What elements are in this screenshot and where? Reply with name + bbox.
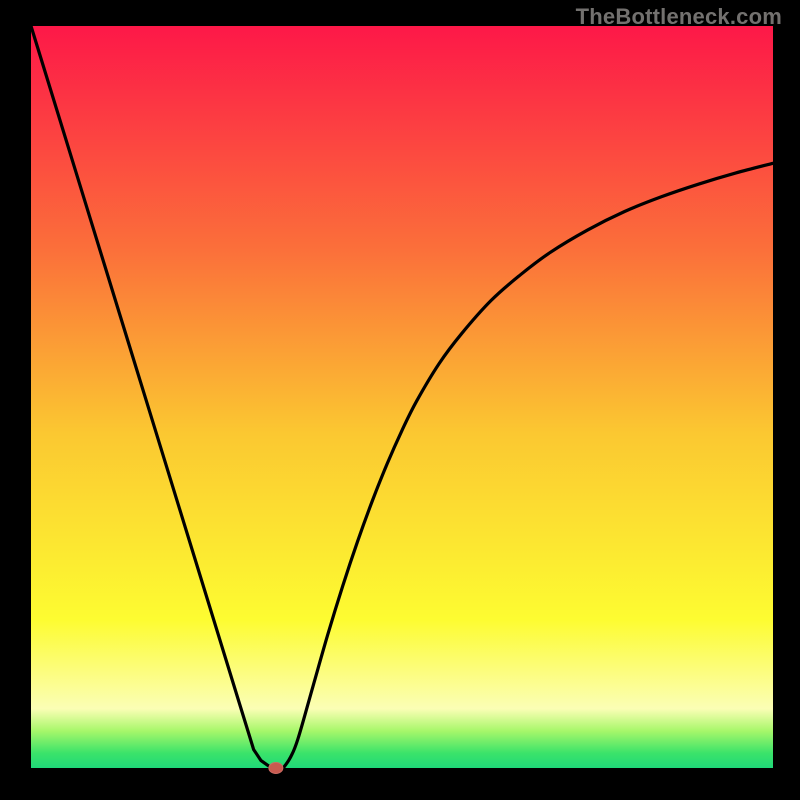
chart-frame: { "watermark": "TheBottleneck.com", "col… — [0, 0, 800, 800]
plot-background — [31, 26, 773, 768]
bottleneck-chart — [0, 0, 800, 800]
watermark-text: TheBottleneck.com — [576, 4, 782, 30]
minimum-marker — [269, 763, 283, 774]
